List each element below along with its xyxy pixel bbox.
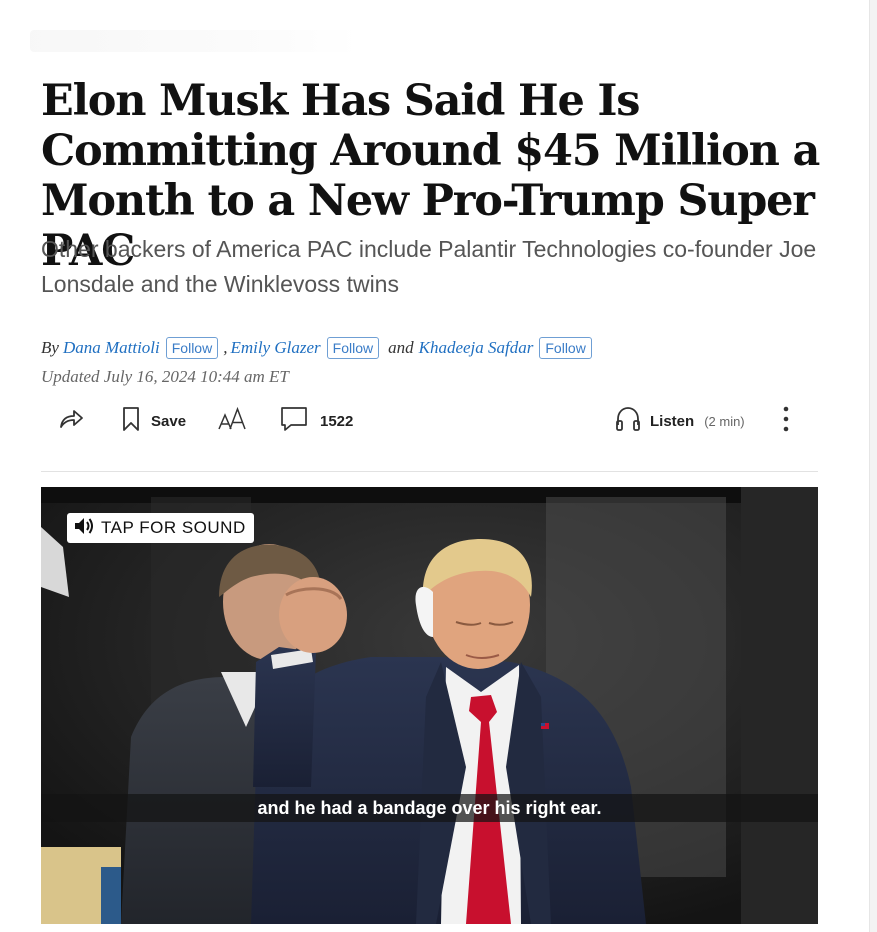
vertical-dots-icon <box>779 404 793 439</box>
toolbar-divider <box>41 471 818 472</box>
listen-button[interactable]: Listen (2 min) <box>614 400 745 442</box>
bookmark-icon <box>121 406 141 437</box>
video-caption: and he had a bandage over his right ear. <box>41 794 818 822</box>
comments-button[interactable]: 1522 <box>280 400 353 442</box>
follow-button-dana-mattioli[interactable]: Follow <box>165 337 219 359</box>
byline: By Dana Mattioli Follow , Emily Glazer F… <box>41 334 592 362</box>
article-toolbar: Save 1522 Listen (2 min) <box>41 400 818 442</box>
video-frame <box>41 487 818 924</box>
speaker-icon <box>73 516 95 541</box>
author-link-khadeeja-safdar[interactable]: Khadeeja Safdar <box>419 338 534 358</box>
article-dek: Other backers of America PAC include Pal… <box>41 236 817 297</box>
byline-comma: , <box>223 338 228 357</box>
share-arrow-icon <box>57 407 85 436</box>
follow-button-emily-glazer[interactable]: Follow <box>326 337 380 359</box>
page-scrollbar[interactable] <box>869 0 877 932</box>
author-link-emily-glazer[interactable]: Emily Glazer <box>230 338 320 358</box>
faded-top-element <box>30 30 360 52</box>
follow-button-khadeeja-safdar[interactable]: Follow <box>539 337 592 359</box>
author-link-dana-mattioli[interactable]: Dana Mattioli <box>63 338 160 358</box>
video-player[interactable]: TAP FOR SOUND and he had a bandage over … <box>41 487 818 924</box>
comment-count: 1522 <box>320 412 354 430</box>
byline-by: By <box>41 338 59 357</box>
tap-for-sound-button[interactable]: TAP FOR SOUND <box>67 513 254 543</box>
save-label: Save <box>151 412 187 430</box>
listen-duration: (2 min) <box>704 413 745 429</box>
comment-bubble-icon <box>280 406 308 437</box>
share-button[interactable] <box>57 400 85 442</box>
listen-label: Listen <box>650 412 695 430</box>
save-button[interactable]: Save <box>121 400 186 442</box>
headphones-icon <box>614 405 642 438</box>
video-caption-text: and he had a bandage over his right ear. <box>257 797 602 818</box>
updated-timestamp: Updated July 16, 2024 10:44 am ET <box>41 367 289 386</box>
more-options-button[interactable] <box>779 400 793 442</box>
byline-and: and <box>388 338 414 357</box>
tap-for-sound-label: TAP FOR SOUND <box>101 518 246 537</box>
text-size-icon <box>217 406 249 437</box>
text-size-button[interactable] <box>217 400 249 442</box>
